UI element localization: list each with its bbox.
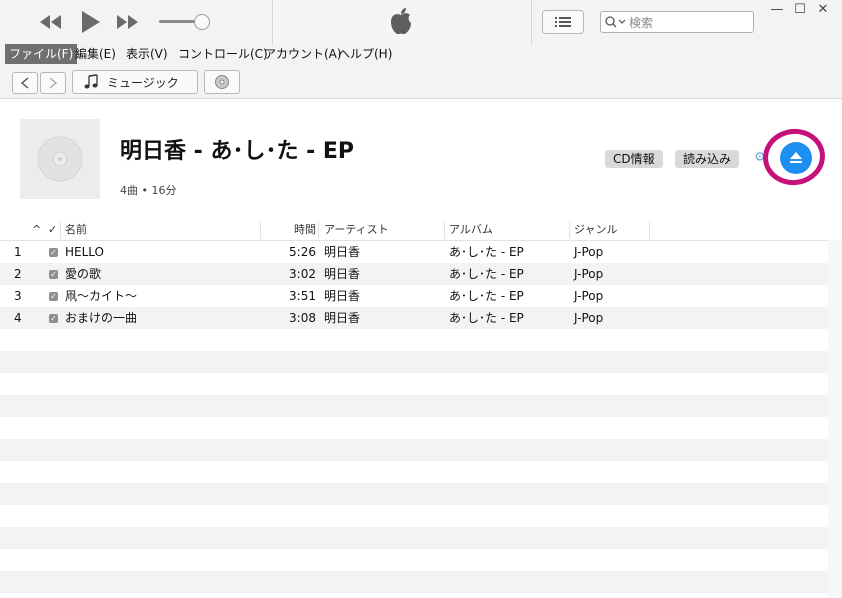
track-album: あ･し･た - EP bbox=[449, 311, 524, 325]
genre-column-header[interactable]: ジャンル bbox=[574, 219, 617, 240]
track-name: 凧～カイト～ bbox=[65, 289, 138, 303]
track-album: あ･し･た - EP bbox=[449, 289, 524, 303]
menu-edit[interactable]: 編集(E) bbox=[71, 44, 120, 64]
time-column-header[interactable]: 時間 bbox=[294, 219, 316, 240]
track-checkbox[interactable]: ✓ bbox=[49, 314, 58, 323]
track-album: あ･し･た - EP bbox=[449, 267, 524, 281]
cd-icon bbox=[215, 75, 229, 89]
track-table-header bbox=[0, 219, 828, 241]
empty-row bbox=[0, 329, 828, 351]
artist-column-header[interactable]: アーティスト bbox=[324, 219, 389, 240]
column-separator bbox=[260, 221, 261, 239]
track-album: あ･し･た - EP bbox=[449, 245, 524, 259]
track-time: 3:51 bbox=[289, 289, 316, 303]
media-kind-selector[interactable]: ミュージック bbox=[72, 70, 198, 94]
track-time: 3:02 bbox=[289, 267, 316, 281]
menu-view[interactable]: 表示(V) bbox=[122, 44, 172, 64]
chevron-right-icon bbox=[49, 77, 58, 89]
track-artist: 明日香 bbox=[324, 267, 361, 281]
search-icon bbox=[605, 16, 626, 28]
track-name: 愛の歌 bbox=[65, 267, 102, 281]
track-number: 4 bbox=[14, 311, 22, 325]
table-row[interactable]: 3 ✓ 凧～カイト～ 3:51 明日香 あ･し･た - EP J-Pop bbox=[0, 285, 828, 307]
track-checkbox[interactable]: ✓ bbox=[49, 270, 58, 279]
empty-row bbox=[0, 351, 828, 373]
track-time: 3:08 bbox=[289, 311, 316, 325]
track-number: 2 bbox=[14, 267, 22, 281]
chevron-left-icon bbox=[20, 77, 29, 89]
list-view-button[interactable] bbox=[542, 10, 584, 34]
track-artist: 明日香 bbox=[324, 311, 361, 325]
empty-row bbox=[0, 549, 828, 571]
empty-row bbox=[0, 461, 828, 483]
highlight-circle bbox=[759, 124, 829, 190]
album-title: 明日香 - あ･し･た - EP bbox=[120, 139, 355, 164]
empty-row bbox=[0, 395, 828, 417]
play-icon[interactable] bbox=[80, 9, 102, 35]
track-genre: J-Pop bbox=[574, 311, 604, 325]
music-note-icon bbox=[84, 74, 98, 89]
menu-help[interactable]: ヘルプ(H) bbox=[334, 44, 396, 64]
list-view-icon bbox=[555, 17, 571, 27]
sort-indicator[interactable]: ^ bbox=[32, 219, 41, 240]
menu-account[interactable]: アカウント(A) bbox=[260, 44, 346, 64]
table-row[interactable]: 2 ✓ 愛の歌 3:02 明日香 あ･し･た - EP J-Pop bbox=[0, 263, 828, 285]
table-row[interactable]: 4 ✓ おまけの一曲 3:08 明日香 あ･し･た - EP J-Pop bbox=[0, 307, 828, 329]
track-time: 5:26 bbox=[289, 245, 316, 259]
column-separator bbox=[569, 221, 570, 239]
album-summary: 4曲 • 16分 bbox=[120, 184, 177, 197]
empty-row bbox=[0, 483, 828, 505]
track-number: 3 bbox=[14, 289, 22, 303]
track-name: HELLO bbox=[65, 245, 104, 259]
import-button[interactable]: 読み込み bbox=[675, 150, 740, 168]
close-button[interactable]: ✕ bbox=[812, 2, 834, 18]
track-number: 1 bbox=[14, 245, 22, 259]
track-genre: J-Pop bbox=[574, 289, 604, 303]
table-row[interactable]: 1 ✓ HELLO 5:26 明日香 あ･し･た - EP J-Pop bbox=[0, 241, 828, 263]
empty-row bbox=[0, 439, 828, 461]
track-checkbox[interactable]: ✓ bbox=[49, 292, 58, 301]
apple-logo-icon bbox=[391, 8, 411, 35]
track-checkbox[interactable]: ✓ bbox=[49, 248, 58, 257]
rewind-icon[interactable] bbox=[38, 13, 64, 31]
menu-file[interactable]: ファイル(F) bbox=[5, 44, 78, 64]
column-separator bbox=[60, 221, 61, 239]
cd-artwork-icon bbox=[37, 136, 83, 182]
track-name: おまけの一曲 bbox=[65, 311, 138, 325]
fast-forward-icon[interactable] bbox=[115, 13, 141, 31]
media-kind-label: ミュージック bbox=[107, 76, 179, 90]
album-artwork bbox=[20, 119, 100, 199]
minimize-button[interactable]: — bbox=[766, 2, 788, 18]
column-separator bbox=[649, 221, 650, 239]
empty-row bbox=[0, 505, 828, 527]
maximize-button[interactable]: ☐ bbox=[789, 2, 811, 18]
track-genre: J-Pop bbox=[574, 245, 604, 259]
track-genre: J-Pop bbox=[574, 267, 604, 281]
column-separator bbox=[444, 221, 445, 239]
vertical-scrollbar[interactable] bbox=[828, 240, 842, 598]
menu-controls[interactable]: コントロール(C) bbox=[174, 44, 272, 64]
cd-info-button[interactable]: CD情報 bbox=[605, 150, 663, 168]
empty-row bbox=[0, 571, 828, 593]
check-column-header[interactable]: ✓ bbox=[48, 219, 57, 240]
volume-knob[interactable] bbox=[194, 14, 210, 30]
album-column-header[interactable]: アルバム bbox=[449, 219, 493, 240]
empty-row bbox=[0, 527, 828, 549]
column-separator bbox=[318, 221, 319, 239]
search-input[interactable]: 検索 bbox=[600, 11, 754, 33]
back-button[interactable] bbox=[12, 72, 38, 94]
cd-button[interactable] bbox=[204, 70, 240, 94]
empty-row bbox=[0, 373, 828, 395]
track-artist: 明日香 bbox=[324, 289, 361, 303]
name-column-header[interactable]: 名前 bbox=[65, 219, 87, 240]
forward-button[interactable] bbox=[40, 72, 66, 94]
track-artist: 明日香 bbox=[324, 245, 361, 259]
empty-row bbox=[0, 417, 828, 439]
search-placeholder: 検索 bbox=[629, 16, 654, 30]
